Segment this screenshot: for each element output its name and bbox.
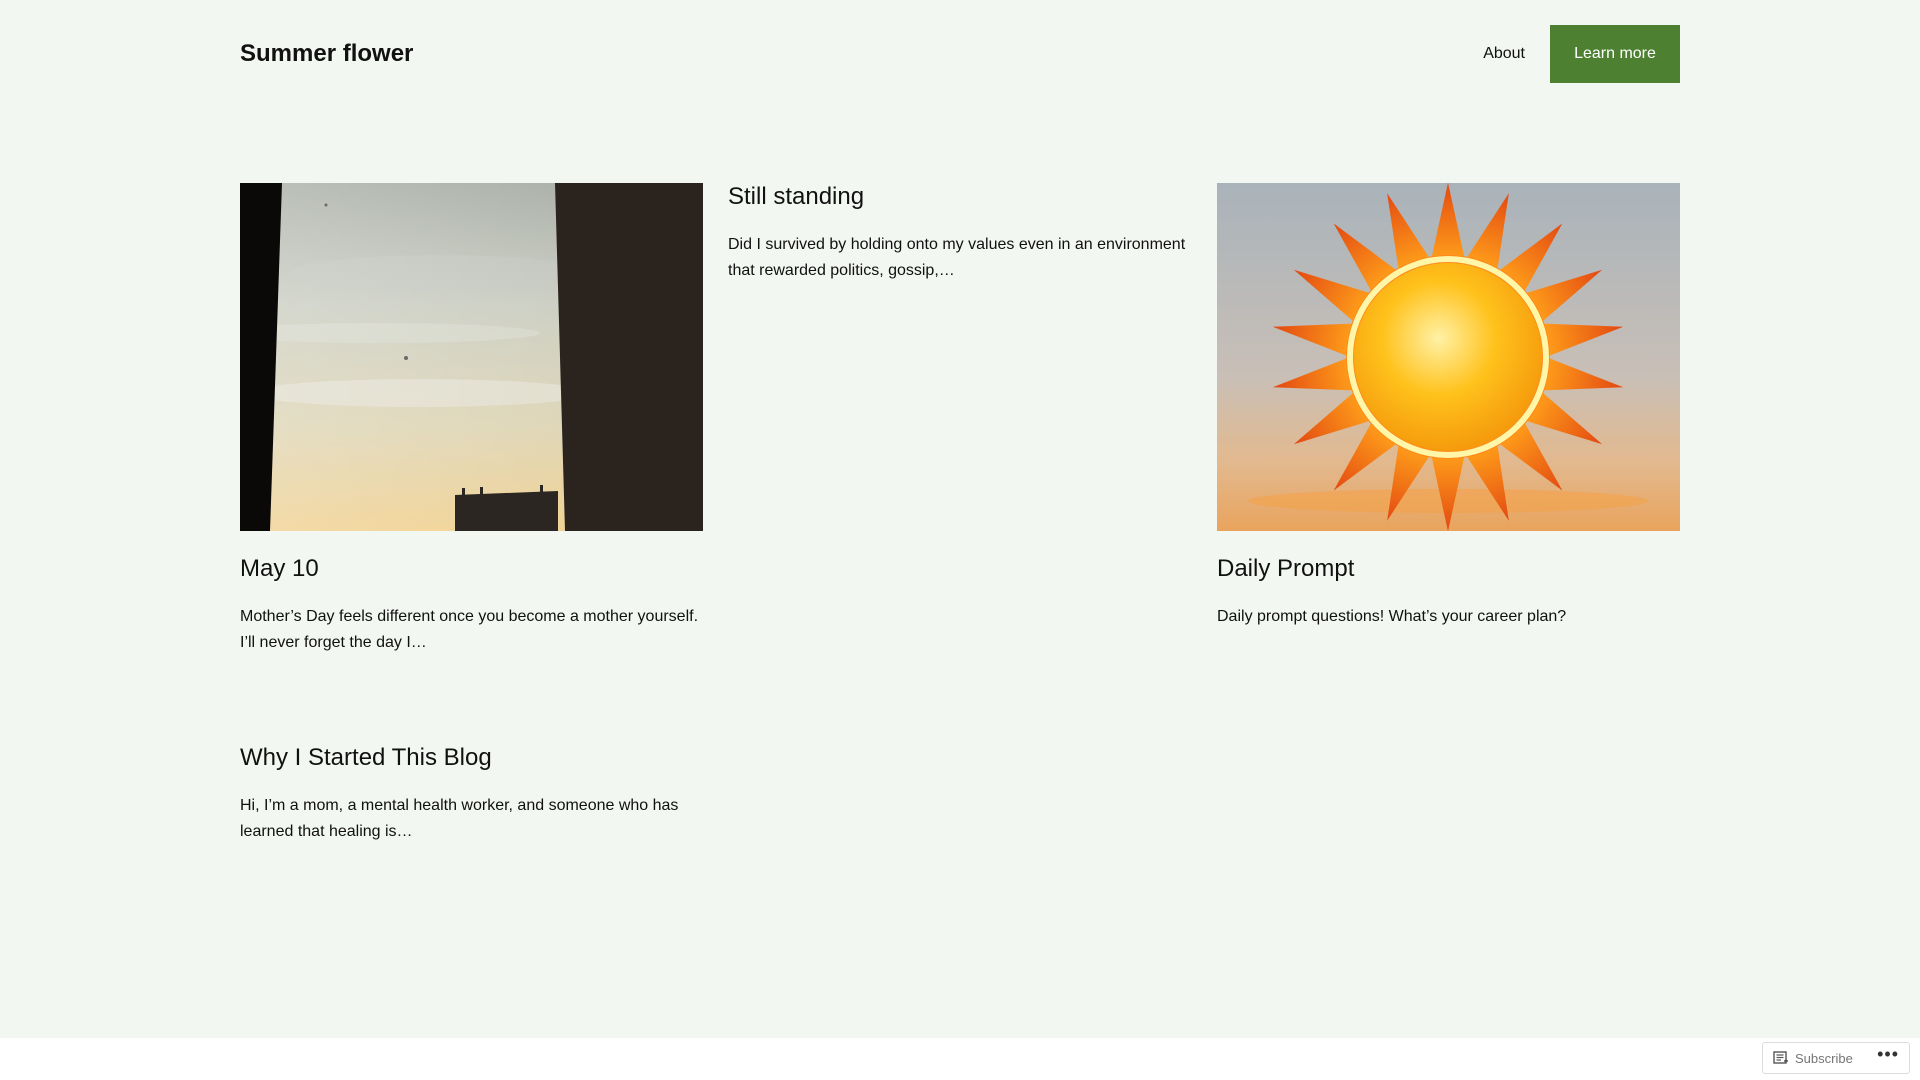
post-excerpt: Did I survived by holding onto my values… — [728, 235, 1186, 279]
post-title[interactable]: May 10 — [240, 555, 703, 584]
post-card: Why I Started This Blog Hi, I’m a mom, a… — [240, 744, 703, 845]
post-title[interactable]: Why I Started This Blog — [240, 744, 703, 773]
post-excerpt: Hi, I’m a mom, a mental health worker, a… — [240, 796, 679, 840]
post-title[interactable]: Still standing — [728, 183, 1191, 212]
site-header: Summer flower About Learn more — [240, 25, 1680, 83]
post-excerpt: Mother’s Day feels different once you be… — [240, 607, 699, 651]
post-card: Daily Prompt Daily prompt questions! Wha… — [1217, 183, 1680, 630]
subscribe-bar: Subscribe ••• — [1762, 1042, 1910, 1074]
reader-icon — [1773, 1051, 1788, 1064]
learn-more-button[interactable]: Learn more — [1550, 25, 1680, 83]
post-thumbnail-sky-photo[interactable] — [240, 183, 703, 531]
nav-about-link[interactable]: About — [1483, 45, 1525, 63]
post-card: May 10 Mother’s Day feels different once… — [240, 183, 703, 656]
post-card: Still standing Did I survived by holding… — [728, 183, 1191, 284]
site-title[interactable]: Summer flower — [240, 40, 413, 68]
post-title[interactable]: Daily Prompt — [1217, 555, 1680, 584]
post-excerpt: Daily prompt questions! What’s your care… — [1217, 607, 1567, 625]
more-options-icon[interactable]: ••• — [1877, 1045, 1899, 1063]
subscribe-label: Subscribe — [1795, 1050, 1853, 1066]
page: Summer flower About Learn more May 10 Mo… — [0, 0, 1920, 1038]
subscribe-button[interactable]: Subscribe — [1773, 1051, 1853, 1066]
main-nav: About Learn more — [1483, 25, 1680, 83]
post-thumbnail-sun-illustration[interactable] — [1217, 183, 1680, 531]
